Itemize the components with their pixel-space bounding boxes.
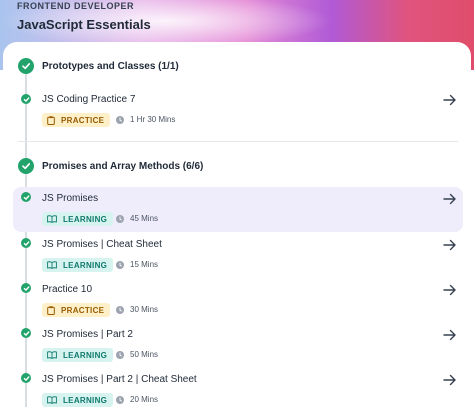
badge-label: LEARNING (63, 350, 108, 360)
badge-label: LEARNING (63, 260, 108, 270)
check-circle-icon (21, 238, 31, 248)
duration: 30 Mins (116, 305, 158, 314)
book-open-icon (47, 396, 57, 404)
learning-badge: LEARNING (42, 393, 114, 407)
duration-text: 50 Mins (130, 350, 159, 359)
list-item-active[interactable]: JS Promises LEARNING 45 Mins (13, 187, 463, 232)
clock-icon (116, 305, 124, 314)
course-title: JavaScript Essentials (17, 17, 151, 32)
clock-icon (116, 260, 124, 269)
arrow-right-icon[interactable] (443, 284, 457, 296)
duration: 15 Mins (116, 260, 158, 269)
badge-label: LEARNING (63, 214, 108, 224)
arrow-right-icon[interactable] (443, 193, 457, 205)
arrow-right-icon[interactable] (443, 374, 457, 386)
check-circle-icon (21, 192, 31, 202)
arrow-right-icon[interactable] (443, 94, 457, 106)
duration: 50 Mins (116, 350, 158, 359)
item-title: Practice 10 (42, 284, 93, 295)
check-circle-icon (21, 94, 31, 104)
item-title: JS Promises | Part 2 (42, 329, 133, 340)
clock-icon (116, 115, 124, 124)
practice-badge: PRACTICE (42, 113, 111, 127)
badge-label: PRACTICE (61, 115, 105, 125)
item-title: JS Promises (42, 193, 99, 204)
track-label: FRONTEND DEVELOPER (17, 1, 135, 11)
arrow-right-icon[interactable] (443, 239, 457, 251)
book-open-icon (47, 261, 57, 269)
list-item[interactable]: JS Promises | Part 2 LEARNING 50 Mins (0, 327, 474, 372)
section-divider (18, 141, 458, 142)
duration-text: 1 Hr 30 Mins (130, 115, 176, 124)
list-item[interactable]: JS Promises | Part 2 | Cheat Sheet LEARN… (0, 372, 474, 407)
clipboard-icon (47, 115, 55, 125)
check-circle-icon (21, 328, 31, 338)
badge-label: LEARNING (63, 395, 108, 405)
item-title: JS Promises | Cheat Sheet (42, 239, 162, 250)
practice-badge: PRACTICE (42, 303, 111, 317)
clock-icon (116, 395, 124, 404)
item-title: JS Promises | Part 2 | Cheat Sheet (42, 374, 197, 385)
section-title-promises[interactable]: Promises and Array Methods (6/6) (42, 161, 203, 172)
duration-text: 30 Mins (130, 305, 159, 314)
duration: 1 Hr 30 Mins (116, 115, 175, 124)
arrow-right-icon[interactable] (443, 329, 457, 341)
duration-text: 15 Mins (130, 260, 159, 269)
book-open-icon (47, 351, 57, 359)
clock-icon (116, 214, 124, 223)
learning-badge: LEARNING (42, 348, 114, 362)
duration: 20 Mins (116, 395, 158, 404)
learning-badge: LEARNING (42, 258, 114, 272)
learning-badge: LEARNING (42, 212, 114, 226)
duration: 45 Mins (116, 214, 158, 223)
check-circle-icon (21, 373, 31, 383)
list-item[interactable]: JS Promises | Cheat Sheet LEARNING 15 Mi… (0, 237, 474, 282)
duration-text: 20 Mins (130, 395, 159, 404)
check-circle-icon (21, 283, 31, 293)
check-circle-icon (18, 158, 34, 174)
clipboard-icon (47, 305, 55, 315)
list-item[interactable]: Practice 10 PRACTICE 30 Mins (0, 282, 474, 327)
check-circle-icon (18, 58, 34, 74)
section-title-prototypes[interactable]: Prototypes and Classes (1/1) (42, 61, 179, 72)
list-item[interactable]: JS Coding Practice 7 PRACTICE 1 Hr 30 Mi… (0, 90, 474, 135)
book-open-icon (47, 215, 57, 223)
item-title: JS Coding Practice 7 (42, 94, 136, 105)
badge-label: PRACTICE (61, 305, 105, 315)
duration-text: 45 Mins (130, 214, 159, 223)
clock-icon (116, 350, 124, 359)
